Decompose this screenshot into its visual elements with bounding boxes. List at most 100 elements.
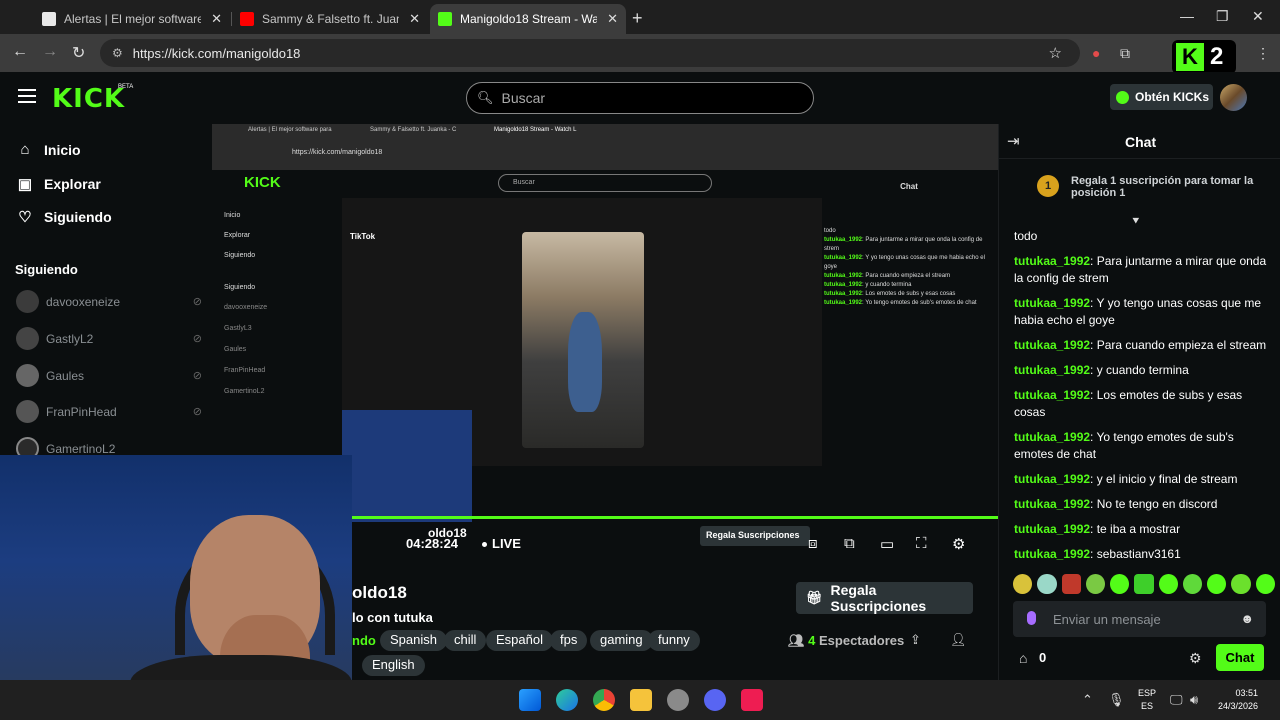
share-icon[interactable]: ⇪	[910, 632, 921, 648]
chrome-browser-icon[interactable]	[593, 689, 615, 711]
close-tab-icon[interactable]: ✕	[409, 11, 420, 27]
browser-tab-alertas[interactable]: Alertas | El mejor software para ✕	[34, 4, 230, 34]
emote-icon[interactable]	[1013, 574, 1033, 594]
emoji-picker-icon[interactable]: ☻	[1240, 611, 1254, 626]
windows-start-icon[interactable]	[519, 689, 541, 711]
get-kicks-button[interactable]: Obtén KICKs	[1110, 84, 1213, 110]
fullscreen-icon[interactable]: ⛶	[916, 535, 927, 552]
channel-name: GastlyL2	[46, 331, 94, 346]
stream-category[interactable]: ndo	[352, 633, 376, 648]
file-explorer-icon[interactable]	[630, 689, 652, 711]
hamburger-menu-icon[interactable]	[18, 89, 36, 103]
show-hidden-icons-icon[interactable]: ⌃	[1082, 692, 1093, 708]
live-progress-bar[interactable]	[352, 516, 998, 519]
following-channel[interactable]: davooxeneize ⊘	[16, 290, 202, 313]
follow-user-icon[interactable]: 👤︎	[950, 632, 967, 648]
minimize-icon[interactable]: —	[1180, 8, 1194, 24]
new-tab-button[interactable]: +	[632, 8, 643, 29]
edge-browser-icon[interactable]	[556, 689, 578, 711]
sidebar-item-explorar[interactable]: ▣ Explorar	[16, 175, 101, 193]
obs-icon[interactable]	[667, 689, 689, 711]
volume-icon[interactable]: 🔊︎	[1190, 692, 1198, 708]
extensions-puzzle-icon[interactable]: ⧉	[1120, 45, 1130, 62]
chat-message-input[interactable]: Enviar un mensaje ☻	[1013, 601, 1266, 637]
microphone-icon[interactable]	[1027, 611, 1036, 625]
channel-avatar	[16, 327, 39, 350]
tag-chip[interactable]: Español	[486, 630, 553, 651]
close-window-icon[interactable]: ✕	[1252, 8, 1264, 25]
close-tab-icon[interactable]: ✕	[607, 11, 618, 27]
emote-icon[interactable]	[1207, 574, 1227, 594]
browser-tab-youtube[interactable]: Sammy & Falsetto ft. Juanka - C ✕	[232, 4, 428, 34]
chat-message: tutukaa_1992: te iba a mostrar	[1014, 522, 1181, 536]
sidebar-item-inicio[interactable]: ⌂ Inicio	[16, 141, 80, 158]
reload-icon[interactable]: ↻	[72, 43, 85, 63]
tag-chip[interactable]: chill	[444, 630, 487, 651]
following-channel[interactable]: Gaules ⊘	[16, 364, 202, 387]
clip-icon[interactable]: ⧈	[808, 535, 818, 552]
captured-browser-chrome: Alertas | El mejor software para Sammy &…	[212, 124, 998, 170]
captured-webcam	[342, 410, 472, 522]
emote-icon[interactable]	[1085, 574, 1106, 594]
chat-send-button[interactable]: Chat	[1216, 644, 1264, 671]
chat-messages: todo tutukaa_1992: Para juntarme a mirar…	[1014, 228, 1269, 571]
tag-chip[interactable]: fps	[550, 630, 588, 651]
extension-icon[interactable]: ●	[1092, 45, 1100, 61]
browser-tab-bar: Alertas | El mejor software para ✕ Sammy…	[0, 0, 1280, 34]
kick-logo[interactable]: KICK	[52, 84, 125, 114]
emote-icon[interactable]	[1182, 574, 1203, 594]
extension-badge[interactable]: K 2	[1172, 40, 1236, 74]
emote-icon[interactable]	[1158, 574, 1178, 594]
site-info-icon[interactable]: ⚙	[112, 46, 123, 60]
tiktok-video	[522, 232, 644, 448]
tiktok-app-icon[interactable]	[741, 689, 763, 711]
theater-mode-icon[interactable]: ▭	[880, 535, 894, 553]
search-input[interactable]: 🔍︎ Buscar	[466, 82, 814, 114]
collapse-chat-icon[interactable]: ⇥	[1007, 132, 1020, 150]
bookmark-star-icon[interactable]: ☆	[1049, 44, 1062, 62]
emote-icon[interactable]	[1037, 574, 1057, 594]
gift-button-label: Regala Suscripciones	[830, 582, 927, 614]
gift-leaderboard-banner[interactable]: 1 Regala 1 suscripción para tomar la pos…	[1037, 175, 1267, 199]
forward-icon[interactable]: →	[42, 43, 58, 61]
emote-icon[interactable]	[1231, 574, 1251, 594]
following-channel[interactable]: GastlyL2 ⊘	[16, 327, 202, 350]
close-tab-icon[interactable]: ✕	[211, 11, 222, 27]
settings-gear-icon[interactable]: ⚙	[952, 535, 965, 553]
sidebar-item-siguiendo[interactable]: ♡ Siguiendo	[16, 208, 111, 226]
emote-icon[interactable]	[1110, 574, 1130, 594]
chat-settings-icon[interactable]: ⚙	[1189, 650, 1202, 667]
gift-subscriptions-button[interactable]: 🎁︎ Regala Suscripciones	[796, 582, 973, 614]
chat-title: Chat	[1125, 134, 1157, 150]
tag-chip[interactable]: funny	[648, 630, 700, 651]
stream-subtitle: lo con tutuka	[352, 610, 433, 625]
channel-points-icon[interactable]: ⌂	[1019, 650, 1027, 666]
rank-medal-icon: 1	[1037, 175, 1059, 197]
expand-pinned-icon[interactable]: ⯆	[1131, 214, 1141, 229]
input-language[interactable]: ESP ES	[1138, 687, 1156, 713]
maximize-icon[interactable]: ❐	[1216, 8, 1229, 25]
kick-favicon-icon	[438, 12, 452, 26]
chat-message: tutukaa_1992: Los emotes de subs y esas …	[1014, 388, 1243, 419]
network-icon[interactable]: 🖵︎	[1170, 692, 1183, 708]
captured-tab: Alertas | El mejor software para	[248, 127, 332, 133]
tag-chip[interactable]: gaming	[590, 630, 653, 651]
following-channel[interactable]: FranPinHead ⊘	[16, 400, 202, 423]
tab-title: Manigoldo18 Stream - Watch L	[460, 12, 598, 26]
browser-tab-kick[interactable]: Manigoldo18 Stream - Watch L ✕	[430, 4, 626, 34]
language-chip[interactable]: English	[362, 655, 425, 676]
stream-title[interactable]: oldo18	[352, 583, 407, 603]
url-field[interactable]: ⚙ https://kick.com/manigoldo18 ☆	[100, 39, 1080, 67]
tag-chip[interactable]: Spanish	[380, 630, 447, 651]
emote-icon[interactable]	[1061, 574, 1081, 594]
back-icon[interactable]: ←	[12, 43, 28, 61]
microphone-tray-icon[interactable]: 🎙︎	[1108, 692, 1125, 708]
picture-in-picture-icon[interactable]: ⧉	[844, 535, 855, 552]
browser-menu-icon[interactable]: ⋮	[1256, 45, 1270, 62]
system-clock[interactable]: 03:51 24/3/2026	[1218, 687, 1258, 713]
user-avatar[interactable]	[1220, 84, 1247, 111]
emote-icon[interactable]	[1255, 574, 1275, 594]
discord-icon[interactable]	[704, 689, 726, 711]
emote-icon[interactable]	[1134, 574, 1154, 594]
channel-avatar	[16, 290, 39, 313]
